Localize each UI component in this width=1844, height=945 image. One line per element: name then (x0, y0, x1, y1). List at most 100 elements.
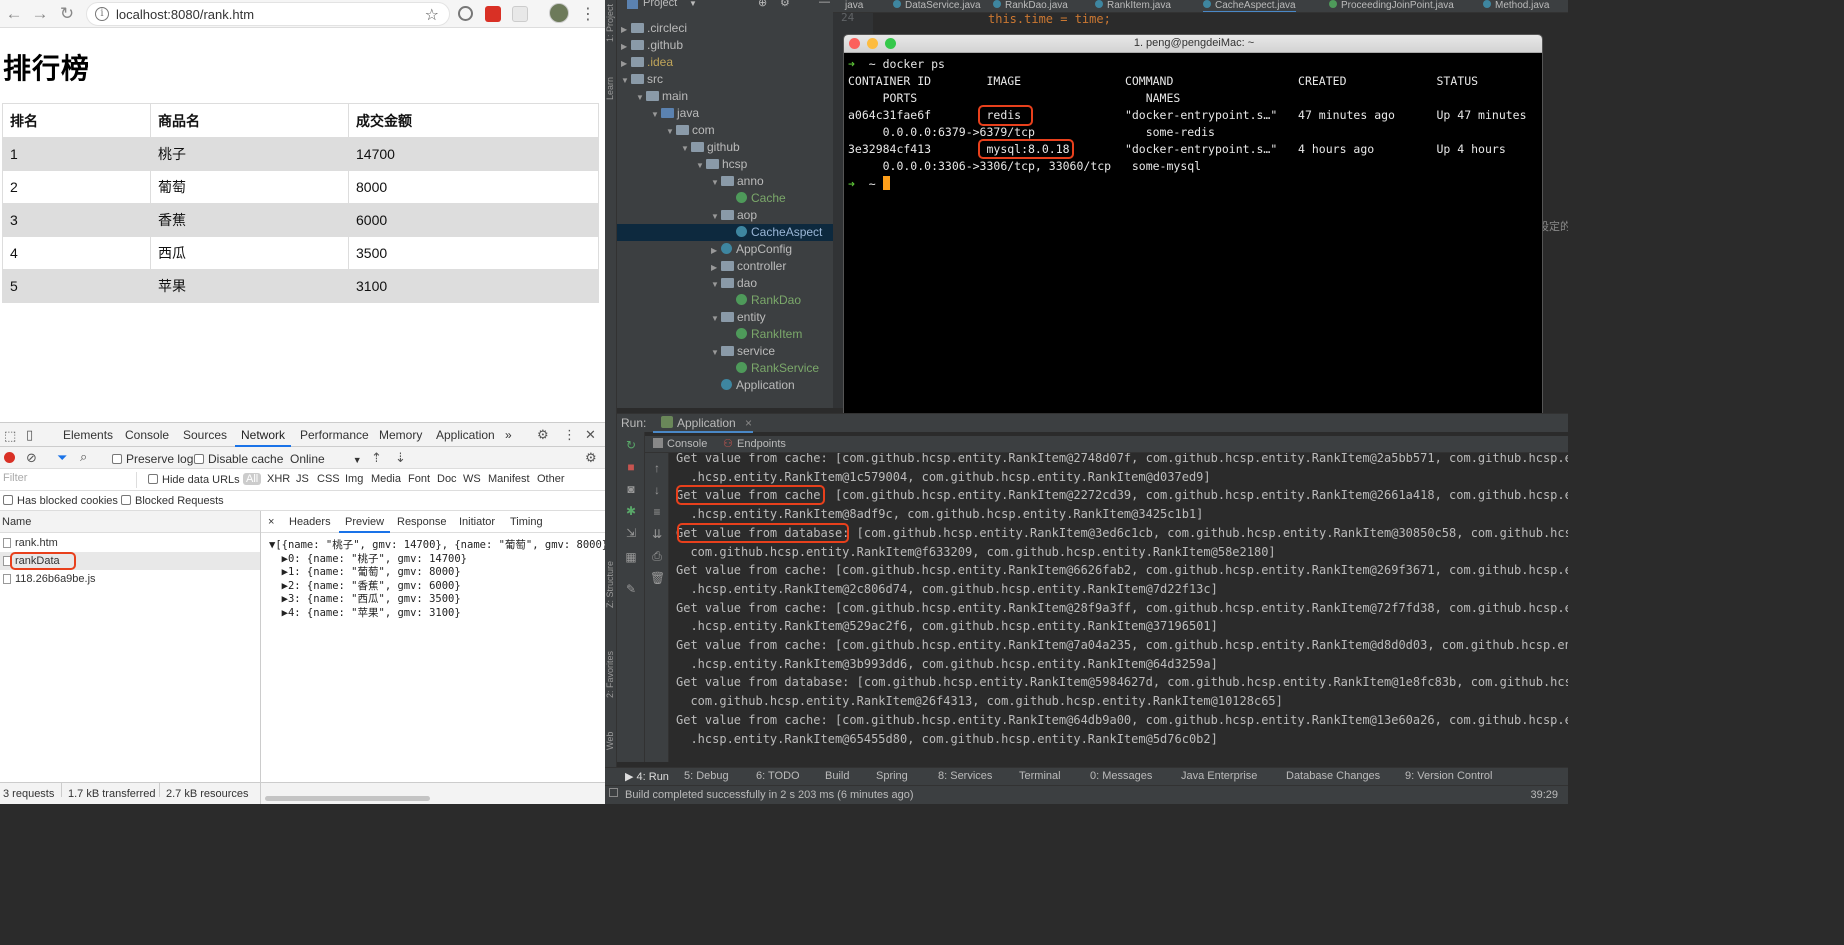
chevron-right-icon[interactable]: ▶ (621, 38, 631, 55)
disable-cache-checkbox[interactable]: Disable cache (194, 452, 283, 466)
debug-icon[interactable]: ✱ (625, 504, 637, 518)
target-icon[interactable]: ⊕ (758, 0, 767, 9)
tool-window-button[interactable]: 8: Services (938, 770, 992, 782)
inspect-icon[interactable]: ⬚ (4, 428, 16, 444)
editor-tab[interactable]: java (845, 0, 863, 11)
tree-item[interactable]: ▶ .circleci (617, 20, 844, 37)
tree-item[interactable]: ▶ .github (617, 37, 844, 54)
tree-item[interactable]: ▼ main (617, 88, 844, 105)
type-filter-all[interactable]: All (243, 473, 262, 485)
extension-icon[interactable] (512, 6, 528, 22)
preserve-log-checkbox[interactable]: Preserve log (112, 452, 193, 466)
tool-window-button[interactable]: Database Changes (1286, 770, 1380, 782)
type-filter-font[interactable]: Font (408, 473, 430, 485)
has-blocked-cookies-checkbox[interactable]: Has blocked cookies (3, 495, 118, 507)
hide-data-urls-checkbox[interactable]: Hide data URLs (148, 474, 240, 486)
tab-elements[interactable]: Elements (63, 428, 113, 442)
gear-icon[interactable]: ⚙ (585, 450, 597, 466)
tree-item[interactable]: RankDao (617, 292, 844, 309)
chevron-right-icon[interactable]: ▶ (621, 55, 631, 72)
tab-sources[interactable]: Sources (183, 428, 227, 442)
back-icon[interactable]: ← (3, 3, 25, 25)
name-column-header[interactable]: Name (0, 511, 260, 533)
type-filter-manifest[interactable]: Manifest (488, 473, 530, 485)
type-filter-js[interactable]: JS (296, 473, 309, 485)
tab-response[interactable]: Response (397, 516, 447, 528)
stop-icon[interactable]: ■ (625, 460, 637, 474)
tool-window-button[interactable]: Spring (876, 770, 908, 782)
tab-preview[interactable]: Preview (338, 516, 391, 533)
clear-icon[interactable]: ⊘ (26, 450, 37, 466)
close-detail-icon[interactable]: × (268, 516, 274, 528)
hide-icon[interactable]: — (819, 0, 830, 8)
reload-icon[interactable]: ↻ (56, 3, 78, 25)
terminal-window[interactable]: 1. peng@pengdeiMac: ~ ➜ ~ docker ps CONTA… (843, 34, 1543, 432)
trash-icon[interactable]: 🗑 (650, 571, 665, 585)
tool-window-button[interactable]: 9: Version Control (1405, 770, 1492, 782)
tree-item[interactable]: Cache (617, 190, 844, 207)
filter-icon[interactable]: ⏷ (57, 450, 67, 466)
more-menu-icon[interactable]: ⋮ (563, 427, 576, 443)
editor-tab[interactable]: RankItem.java (1095, 0, 1171, 11)
tree-item[interactable]: ▶ .idea (617, 54, 844, 71)
chevron-down-icon[interactable]: ▼ (711, 174, 721, 191)
forward-icon[interactable]: → (29, 3, 51, 25)
pin-icon[interactable]: ✎ (625, 582, 637, 596)
favorites-tool-label[interactable]: 2: Favorites (605, 640, 617, 698)
chevron-down-icon[interactable]: ▼ (666, 123, 676, 140)
tab-endpoints[interactable]: Endpoints (737, 438, 786, 450)
blocked-requests-checkbox[interactable]: Blocked Requests (121, 495, 224, 507)
filter-input[interactable]: Filter (0, 472, 137, 488)
close-icon[interactable]: ✕ (585, 427, 596, 443)
tree-item[interactable]: ▼ aop (617, 207, 844, 224)
request-row[interactable]: 118.26b6a9be.js (0, 570, 260, 588)
console-output[interactable]: Get value from cache: [com.github.hcsp.e… (669, 453, 1568, 762)
tab-application[interactable]: Application (436, 428, 495, 442)
tool-window-button[interactable]: 5: Debug (684, 770, 729, 782)
editor-tab[interactable]: DataService.java (893, 0, 981, 11)
type-filter-img[interactable]: Img (345, 473, 363, 485)
tab-console[interactable]: Console (125, 428, 169, 442)
structure-tool-label[interactable]: Z: Structure (605, 548, 617, 608)
chevron-down-icon[interactable]: ▼ (711, 276, 721, 293)
chevron-right-icon[interactable]: ▶ (711, 259, 721, 276)
tool-window-button[interactable]: 0: Messages (1090, 770, 1152, 782)
type-filter-media[interactable]: Media (371, 473, 401, 485)
settings-icon[interactable]: ⚙ (780, 0, 790, 9)
tab-initiator[interactable]: Initiator (459, 516, 495, 528)
profile-avatar[interactable] (549, 3, 569, 23)
tab-headers[interactable]: Headers (289, 516, 331, 528)
record-icon[interactable] (4, 452, 15, 463)
tree-item[interactable]: ▶ controller (617, 258, 844, 275)
preview-line[interactable]: ▶4: {name: "苹果", gmv: 3100} (269, 605, 461, 620)
exit-icon[interactable]: ⇲ (625, 526, 637, 540)
info-icon[interactable]: i (95, 7, 109, 21)
chevron-down-icon[interactable]: ▼ (711, 310, 721, 327)
tab-memory[interactable]: Memory (379, 428, 422, 442)
tree-item[interactable]: ▼ github (617, 139, 844, 156)
extension-icon[interactable] (458, 6, 473, 21)
project-view-label[interactable]: Project (643, 0, 677, 9)
tree-item[interactable]: ▼ com (617, 122, 844, 139)
learn-tool-label[interactable]: Learn (605, 72, 617, 100)
extension-icon[interactable] (485, 6, 501, 22)
upload-icon[interactable]: ⇡ (371, 450, 382, 466)
down-icon[interactable]: ↓ (650, 483, 664, 497)
chevron-down-icon[interactable]: ▼ (711, 208, 721, 225)
tool-window-button[interactable]: 6: TODO (756, 770, 800, 782)
tool-window-button[interactable]: Terminal (1019, 770, 1061, 782)
type-filter-css[interactable]: CSS (317, 473, 340, 485)
download-icon[interactable]: ⇣ (395, 450, 406, 466)
chevron-down-icon[interactable]: ▼ (651, 106, 661, 123)
chevron-right-icon[interactable]: ▶ (711, 242, 721, 259)
tree-item[interactable]: ▼ java (617, 105, 844, 122)
editor-tab[interactable]: CacheAspect.java (1203, 0, 1296, 12)
menu-icon[interactable]: ⋮ (580, 4, 596, 24)
device-toggle-icon[interactable]: ▯ (26, 427, 33, 443)
horizontal-scrollbar[interactable] (265, 796, 430, 801)
tool-window-button[interactable]: Java Enterprise (1181, 770, 1257, 782)
tree-item[interactable]: ▼ hcsp (617, 156, 844, 173)
cursor-position[interactable]: 39:29 (1530, 786, 1558, 804)
tree-item[interactable]: ▼ dao (617, 275, 844, 292)
tree-item[interactable]: ▼ anno (617, 173, 844, 190)
